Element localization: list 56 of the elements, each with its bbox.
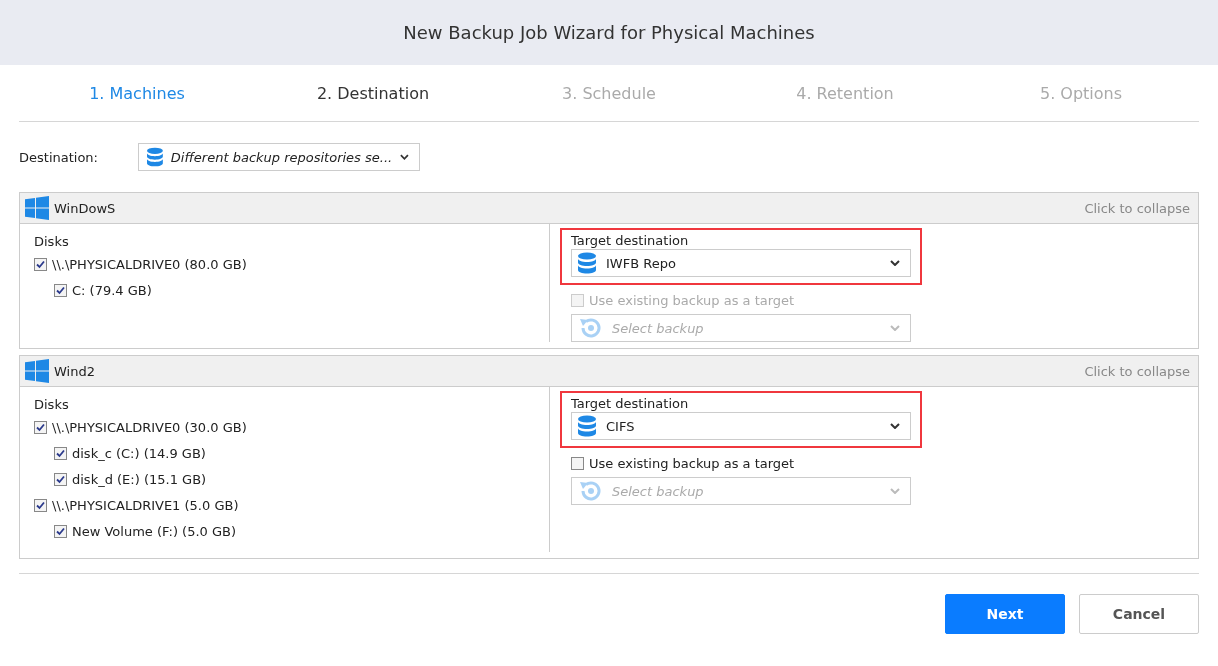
chevron-down-icon <box>400 154 409 160</box>
disk-label: \\.\PHYSICALDRIVE1 (5.0 GB) <box>52 497 239 513</box>
wizard-step[interactable]: 5. Options <box>963 83 1199 103</box>
windows-logo-icon <box>25 359 49 383</box>
checkbox-label: Use existing backup as a target <box>589 455 795 471</box>
disk-label: disk_d (E:) (15.1 GB) <box>72 471 207 487</box>
target-destination-label: Target destination <box>571 396 690 411</box>
disk-label: disk_c (C:) (14.9 GB) <box>72 445 206 461</box>
wizard-step[interactable]: 1. Machines <box>19 83 255 103</box>
disks-label: Disks <box>34 234 70 249</box>
disk-label: New Volume (F:) (5.0 GB) <box>72 523 237 539</box>
target-destination-label: Target destination <box>571 233 690 248</box>
checkmark-icon <box>56 448 65 458</box>
checkmark-icon <box>56 526 65 536</box>
wizard-step[interactable]: 4. Retention <box>727 83 963 103</box>
machine-name: WinDowS <box>54 200 117 216</box>
destination-label: Destination: <box>19 149 99 165</box>
checkmark-icon <box>36 500 45 510</box>
machine-name: Wind2 <box>54 363 96 379</box>
disk-label: \\.\PHYSICALDRIVE0 (80.0 GB) <box>52 256 247 272</box>
collapse-link[interactable]: Click to collapse <box>1084 200 1190 216</box>
disk-label: C: (79.4 GB) <box>72 282 152 298</box>
checkbox[interactable] <box>34 257 47 271</box>
checkmark-icon <box>56 285 65 295</box>
destination-dropdown[interactable]: Different backup repositories se... <box>138 143 420 171</box>
chevron-down-icon <box>890 488 900 494</box>
checkbox[interactable] <box>54 524 67 538</box>
checkbox[interactable] <box>34 420 47 434</box>
checkbox[interactable] <box>54 472 67 486</box>
disk-label: \\.\PHYSICALDRIVE0 (30.0 GB) <box>52 419 247 435</box>
chevron-down-icon <box>890 325 900 331</box>
cancel-button[interactable]: Cancel <box>1079 594 1199 634</box>
target-destination-dropdown[interactable]: IWFB Repo <box>571 249 911 277</box>
restore-icon <box>578 317 602 339</box>
database-icon <box>578 252 596 274</box>
checkbox[interactable] <box>54 283 67 297</box>
wizard-step[interactable]: 2. Destination <box>255 83 491 103</box>
window-title: New Backup Job Wizard for Physical Machines <box>403 22 815 43</box>
checkmark-icon <box>36 259 45 269</box>
wizard-step[interactable]: 3. Schedule <box>491 83 727 103</box>
database-icon <box>578 415 596 437</box>
restore-icon <box>578 480 602 502</box>
checkmark-icon <box>56 474 65 484</box>
database-icon <box>147 146 163 168</box>
checkbox-label: Use existing backup as a target <box>589 292 795 308</box>
chevron-down-icon <box>890 260 900 266</box>
next-button[interactable]: Next <box>945 594 1065 634</box>
checkbox[interactable] <box>571 456 584 470</box>
checkbox[interactable] <box>54 446 67 460</box>
disks-label: Disks <box>34 397 70 412</box>
collapse-link[interactable]: Click to collapse <box>1084 363 1190 379</box>
checkmark-icon <box>36 422 45 432</box>
windows-logo-icon <box>25 196 49 220</box>
target-destination-dropdown[interactable]: CIFS <box>571 412 911 440</box>
checkbox[interactable] <box>34 498 47 512</box>
chevron-down-icon <box>890 423 900 429</box>
